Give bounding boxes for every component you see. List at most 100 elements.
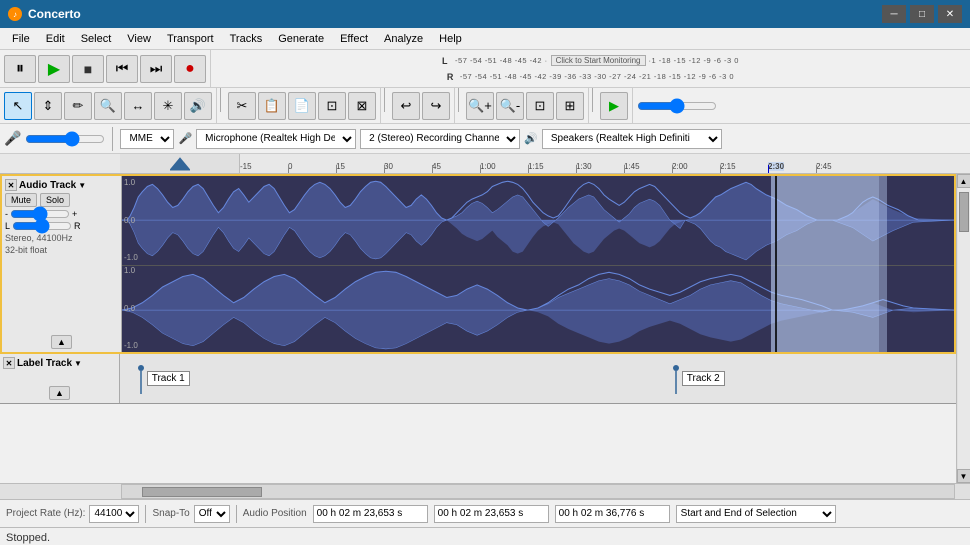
timeline-ruler[interactable]: -15 0 15 30 45 1:00 1:15 1:30 1:45 2:00 … bbox=[0, 154, 970, 174]
app-icon: ♪ bbox=[8, 7, 22, 21]
playhead-ruler bbox=[768, 165, 769, 173]
app-title: Concerto bbox=[28, 7, 81, 21]
mixer-row: 🎤 MME 🎤 Microphone (Realtek High Defini … bbox=[0, 124, 970, 154]
label-collapse-button[interactable]: ▲ bbox=[49, 386, 70, 400]
silence-button[interactable]: ⊠ bbox=[348, 92, 376, 120]
mic-icon2: 🎤 bbox=[178, 132, 192, 145]
scroll-track bbox=[958, 188, 970, 469]
h-scrollbar-thumb[interactable] bbox=[142, 487, 262, 497]
horizontal-scroll-area[interactable] bbox=[0, 483, 970, 499]
audio-host-select[interactable]: MME bbox=[120, 129, 174, 149]
play-green-button[interactable]: ▶ bbox=[600, 92, 628, 120]
zoom-fit-button[interactable]: ⊡ bbox=[526, 92, 554, 120]
selection-tool[interactable]: ↖ bbox=[4, 92, 32, 120]
label-text-2[interactable]: Track 2 bbox=[682, 371, 725, 386]
menu-edit[interactable]: Edit bbox=[38, 28, 73, 50]
scroll-down-button[interactable]: ▼ bbox=[957, 469, 970, 483]
menu-generate[interactable]: Generate bbox=[270, 28, 332, 50]
maximize-button[interactable]: □ bbox=[910, 5, 934, 23]
label-track1: Track 1 bbox=[137, 364, 190, 394]
envelope-tool[interactable]: ⇕ bbox=[34, 92, 62, 120]
waveform-svg-1 bbox=[122, 176, 954, 265]
undo-button[interactable]: ↩ bbox=[392, 92, 420, 120]
project-rate-label: Project Rate (Hz): bbox=[6, 508, 85, 519]
label-track-header: ✕ Label Track ▼ ▲ bbox=[0, 354, 120, 403]
cut-button[interactable]: ✂ bbox=[228, 92, 256, 120]
output-device-select[interactable]: Speakers (Realtek High Definiti bbox=[542, 129, 722, 149]
channels-select[interactable]: 2 (Stereo) Recording Channels bbox=[360, 129, 520, 149]
skip-back-button[interactable]: ⏮ bbox=[106, 55, 138, 83]
menu-view[interactable]: View bbox=[119, 28, 159, 50]
audio-pos-label: Audio Position bbox=[243, 508, 307, 519]
volume-tool[interactable]: 🔊 bbox=[184, 92, 212, 120]
audio-position-input[interactable] bbox=[313, 505, 428, 523]
status-bar: Project Rate (Hz): 44100 Snap-To Off Aud… bbox=[0, 499, 970, 527]
solo-button[interactable]: Solo bbox=[40, 193, 70, 207]
zoom-tool[interactable]: 🔍 bbox=[94, 92, 122, 120]
skip-forward-button[interactable]: ⏭ bbox=[140, 55, 172, 83]
label-track2: Track 2 bbox=[672, 364, 725, 394]
minimize-button[interactable]: ─ bbox=[882, 5, 906, 23]
audio-track: ✕ Audio Track ▼ Mute Solo - + bbox=[0, 174, 956, 354]
scroll-thumb[interactable] bbox=[959, 192, 969, 232]
vu-top-numbers-right: ·1 -18 -15 -12 -9 -6 -3 0 bbox=[649, 56, 739, 65]
zoom-in-button[interactable]: 🔍+ bbox=[466, 92, 494, 120]
draw-tool[interactable]: ✏ bbox=[64, 92, 92, 120]
trim-button[interactable]: ⊡ bbox=[318, 92, 346, 120]
h-scrollbar-track[interactable] bbox=[121, 484, 955, 499]
speaker-icon: 🔊 bbox=[524, 132, 538, 145]
stop-button[interactable]: ■ bbox=[72, 55, 104, 83]
status-message-bar: Stopped. bbox=[0, 527, 970, 545]
status-message: Stopped. bbox=[6, 530, 50, 544]
menu-file[interactable]: File bbox=[4, 28, 38, 50]
zoom-normal-button[interactable]: ⊞ bbox=[556, 92, 584, 120]
playback-speed-slider[interactable] bbox=[637, 99, 717, 113]
waveform-channel-2[interactable] bbox=[122, 266, 954, 352]
menu-tracks[interactable]: Tracks bbox=[222, 28, 271, 50]
audio-track-header: ✕ Audio Track ▼ Mute Solo - + bbox=[2, 176, 122, 352]
collapse-button[interactable]: ▲ bbox=[51, 335, 72, 349]
menu-transport[interactable]: Transport bbox=[159, 28, 222, 50]
timeshift-tool[interactable]: ↔ bbox=[124, 92, 152, 120]
vertical-scrollbar[interactable]: ▲ ▼ bbox=[956, 174, 970, 483]
label-text-1[interactable]: Track 1 bbox=[147, 371, 190, 386]
play-button[interactable]: ▶ bbox=[38, 55, 70, 83]
menu-analyze[interactable]: Analyze bbox=[376, 28, 431, 50]
sel-start-input[interactable] bbox=[434, 505, 549, 523]
sel-type-select[interactable]: Start and End of Selection bbox=[676, 505, 836, 523]
paste-button[interactable]: 📄 bbox=[288, 92, 316, 120]
menu-select[interactable]: Select bbox=[73, 28, 120, 50]
vu-click-monitor[interactable]: Click to Start Monitoring bbox=[551, 55, 646, 66]
snap-to-label: Snap-To bbox=[152, 508, 189, 519]
zoom-out-button[interactable]: 🔍- bbox=[496, 92, 524, 120]
waveform-svg-2 bbox=[122, 266, 954, 352]
vu-top-numbers: -57 -54 -51 -48 -45 -42 · bbox=[455, 56, 548, 65]
record-button[interactable]: ● bbox=[174, 55, 206, 83]
copy-button[interactable]: 📋 bbox=[258, 92, 286, 120]
menu-effect[interactable]: Effect bbox=[332, 28, 376, 50]
audio-track-name-button[interactable]: Audio Track ▼ bbox=[19, 180, 86, 191]
multi-tool[interactable]: ✳ bbox=[154, 92, 182, 120]
label-track-name-button[interactable]: Label Track ▼ bbox=[17, 358, 82, 369]
mic-icon: 🎤 bbox=[4, 130, 21, 147]
project-rate-select[interactable]: 44100 bbox=[89, 505, 139, 523]
close-button[interactable]: ✕ bbox=[938, 5, 962, 23]
scroll-up-button[interactable]: ▲ bbox=[957, 174, 970, 188]
label-track-close[interactable]: ✕ bbox=[3, 357, 15, 369]
pan-slider[interactable] bbox=[12, 221, 72, 231]
redo-button[interactable]: ↪ bbox=[422, 92, 450, 120]
menu-bar: File Edit Select View Transport Tracks G… bbox=[0, 28, 970, 50]
audio-track-close[interactable]: ✕ bbox=[5, 179, 17, 191]
menu-help[interactable]: Help bbox=[431, 28, 470, 50]
snap-to-select[interactable]: Off bbox=[194, 505, 230, 523]
label-track: ✕ Label Track ▼ ▲ bbox=[0, 354, 956, 404]
label-track-content[interactable]: Track 1 Track 2 bbox=[120, 354, 956, 403]
input-device-select[interactable]: Microphone (Realtek High Defini bbox=[196, 129, 356, 149]
timeline-triangle-icon bbox=[170, 156, 190, 172]
mute-button[interactable]: Mute bbox=[5, 193, 37, 207]
pause-button[interactable]: ⏸ bbox=[4, 55, 36, 83]
mic-volume-slider[interactable] bbox=[25, 132, 105, 146]
waveform-channel-1[interactable] bbox=[122, 176, 954, 266]
vu-bottom-numbers: -57 -54 -51 -48 -45 -42 -39 -36 -33 -30 … bbox=[460, 72, 734, 81]
sel-end-input[interactable] bbox=[555, 505, 670, 523]
